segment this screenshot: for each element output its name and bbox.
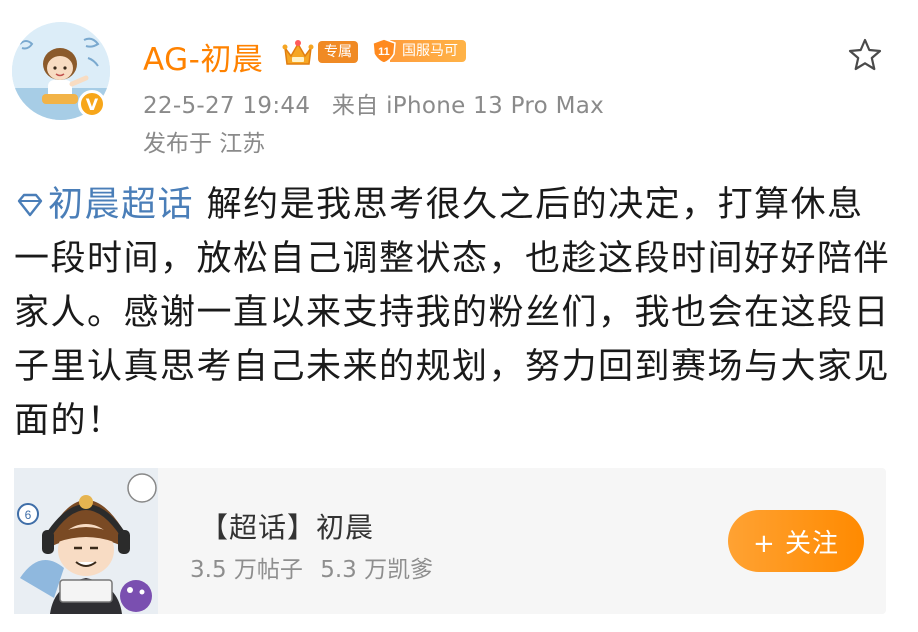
level-number: 11 (378, 46, 390, 58)
exclusive-tag[interactable]: 专属 (318, 41, 358, 63)
author-name[interactable]: AG-初晨 (143, 34, 263, 79)
post-meta: 22-5-27 19:44 来自 iPhone 13 Pro Max (143, 86, 618, 120)
post-body: 初晨超话 解约是我思考很久之后的决定，打算休息一段时间，放松自己调整状态，也趁这… (14, 178, 894, 448)
cover-ball-number: 6 (25, 508, 32, 522)
weibo-post: V AG-初晨 专属 11 国服马可 22-5-27 19:44 来自 iPho… (0, 0, 918, 632)
supertopic-cover-illustration: 6 (14, 468, 158, 614)
supertopic-title: 【超话】初晨 (200, 511, 375, 544)
follow-button[interactable]: + 关注 (728, 510, 864, 572)
supertopic-cover-image: 6 (14, 468, 158, 614)
level-badge[interactable]: 11 国服马可 (370, 38, 466, 64)
supertopic-stats: 3.5 万帖子 5.3 万凯爹 (190, 550, 443, 584)
level-badge-label: 国服马可 (390, 40, 466, 62)
post-location: 发布于 江苏 (143, 131, 266, 157)
level-shield-icon: 11 (372, 38, 396, 64)
supertopic-link-text: 初晨超话 (48, 185, 195, 225)
supertopic-followers-count: 5.3 万凯爹 (320, 557, 434, 583)
supertopic-link[interactable]: 初晨超话 (14, 185, 194, 225)
post-timestamp: 22-5-27 19:44 (143, 93, 311, 119)
verified-icon: V (78, 90, 106, 118)
supertopic-card[interactable]: 6 【超话】初晨 3.5 万帖子 5.3 万凯爹 + 关注 (14, 468, 886, 614)
post-source: 来自 iPhone 13 Pro Max (331, 93, 605, 119)
supertopic-posts-count: 3.5 万帖子 (190, 557, 303, 583)
star-icon[interactable] (846, 36, 884, 74)
supertopic-diamond-icon (17, 193, 43, 217)
crown-icon (282, 40, 314, 65)
